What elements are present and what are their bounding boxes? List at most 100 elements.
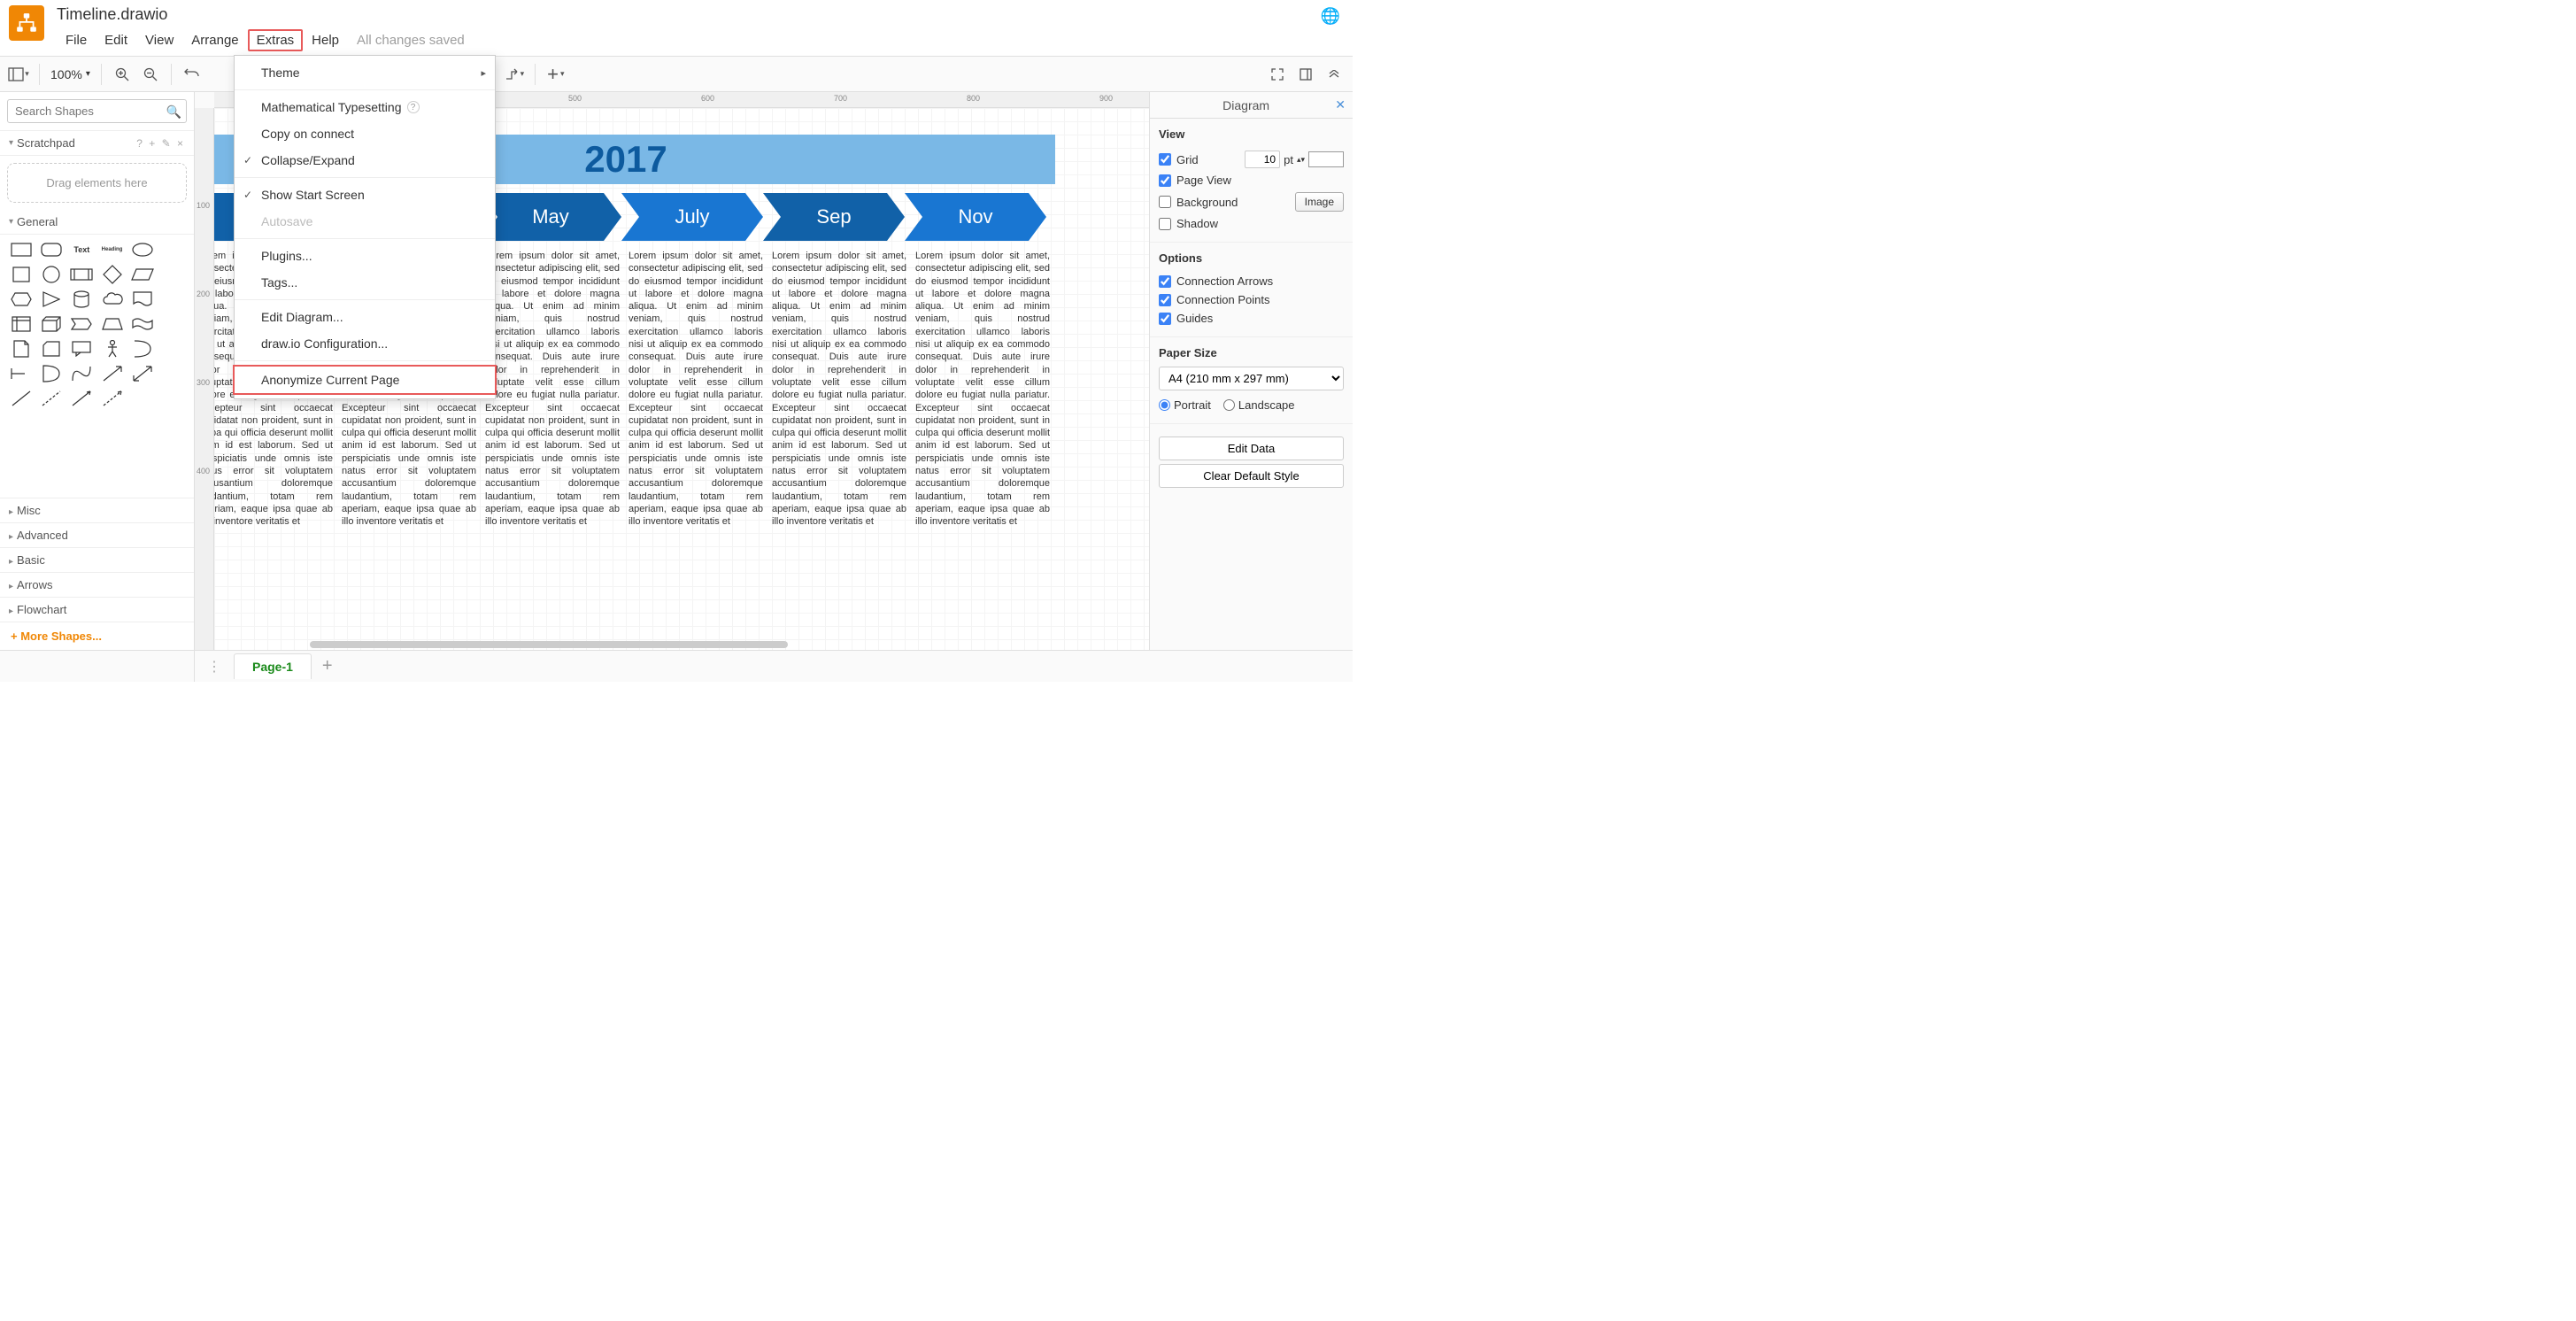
shape-internal[interactable] xyxy=(9,314,34,334)
background-checkbox[interactable] xyxy=(1159,196,1171,208)
category-arrows[interactable]: Arrows xyxy=(0,572,194,597)
shape-data[interactable] xyxy=(39,364,64,383)
shape-trapezoid[interactable] xyxy=(100,314,125,334)
guides-checkbox[interactable] xyxy=(1159,313,1171,325)
category-flowchart[interactable]: Flowchart xyxy=(0,597,194,622)
shape-square[interactable] xyxy=(9,265,34,284)
scratchpad-dropzone[interactable]: Drag elements here xyxy=(7,163,187,203)
shape-text[interactable]: Text xyxy=(69,240,94,259)
shape-arrow1[interactable] xyxy=(100,364,125,383)
shape-heading[interactable]: Heading xyxy=(100,240,125,259)
shape-process[interactable] xyxy=(69,265,94,284)
portrait-radio[interactable] xyxy=(1159,399,1170,411)
chevron-jul[interactable]: July xyxy=(621,193,763,241)
waypoint-button[interactable]: ▾ xyxy=(501,61,528,88)
dd-tags[interactable]: Tags... xyxy=(235,269,495,296)
tab-diagram[interactable]: Diagram xyxy=(1157,98,1335,112)
lorem-col-5[interactable]: Lorem ipsum dolor sit amet, consectetur … xyxy=(770,250,908,529)
shape-circle[interactable] xyxy=(39,265,64,284)
clear-style-button[interactable]: Clear Default Style xyxy=(1159,464,1344,488)
dd-anonymize[interactable]: Anonymize Current Page xyxy=(233,365,497,395)
document-title[interactable]: Timeline.drawio xyxy=(57,5,1344,24)
add-page-button[interactable]: + xyxy=(312,656,343,676)
panel-close-icon[interactable]: ✕ xyxy=(1335,97,1346,112)
dd-copy-connect[interactable]: Copy on connect xyxy=(235,120,495,147)
lorem-col-4[interactable]: Lorem ipsum dolor sit amet, consectetur … xyxy=(627,250,765,529)
dd-configuration[interactable]: draw.io Configuration... xyxy=(235,330,495,357)
scratchpad-actions[interactable]: ? + ✎ × xyxy=(136,137,185,150)
shape-and[interactable] xyxy=(9,364,34,383)
shape-line[interactable] xyxy=(9,389,34,408)
collapse-button[interactable] xyxy=(1321,61,1347,88)
shape-or[interactable] xyxy=(130,339,155,359)
menu-view[interactable]: View xyxy=(136,29,182,51)
shape-parallelogram[interactable] xyxy=(130,265,155,284)
shape-diamond[interactable] xyxy=(100,265,125,284)
shape-tape[interactable] xyxy=(130,314,155,334)
undo-button[interactable] xyxy=(179,61,205,88)
menu-help[interactable]: Help xyxy=(303,29,348,51)
dd-collapse[interactable]: ✓Collapse/Expand xyxy=(235,147,495,174)
shape-blank2[interactable] xyxy=(160,265,185,284)
shadow-checkbox[interactable] xyxy=(1159,218,1171,230)
pageview-checkbox[interactable] xyxy=(1159,174,1171,187)
lorem-col-3[interactable]: Lorem ipsum dolor sit amet, consectetur … xyxy=(483,250,621,529)
lorem-col-6[interactable]: Lorem ipsum dolor sit amet, consectetur … xyxy=(914,250,1052,529)
conn-arrows-checkbox[interactable] xyxy=(1159,275,1171,288)
menu-arrange[interactable]: Arrange xyxy=(182,29,247,51)
search-icon[interactable]: 🔍 xyxy=(166,104,181,120)
shape-dashed[interactable] xyxy=(39,389,64,408)
grid-size-input[interactable] xyxy=(1245,151,1280,168)
shape-card[interactable] xyxy=(39,339,64,359)
shape-note[interactable] xyxy=(9,339,34,359)
zoom-value[interactable]: 100% ▾ xyxy=(47,67,94,81)
dd-math[interactable]: Mathematical Typesetting? xyxy=(235,94,495,120)
paper-size-select[interactable]: A4 (210 mm x 297 mm) xyxy=(1159,367,1344,390)
shape-line3[interactable] xyxy=(100,389,125,408)
shape-arrow2[interactable] xyxy=(130,364,155,383)
shape-blank5[interactable] xyxy=(160,339,185,359)
grid-checkbox[interactable] xyxy=(1159,153,1171,166)
help-icon[interactable]: ? xyxy=(407,101,420,113)
shape-triangle[interactable] xyxy=(39,290,64,309)
menu-edit[interactable]: Edit xyxy=(96,29,136,51)
grid-color-swatch[interactable] xyxy=(1308,151,1344,167)
shape-blank4[interactable] xyxy=(160,314,185,334)
conn-points-checkbox[interactable] xyxy=(1159,294,1171,306)
shape-blank3[interactable] xyxy=(160,290,185,309)
menu-file[interactable]: File xyxy=(57,29,96,51)
fullscreen-button[interactable] xyxy=(1264,61,1291,88)
search-input[interactable] xyxy=(7,99,187,123)
shape-line2[interactable] xyxy=(69,389,94,408)
dd-plugins[interactable]: Plugins... xyxy=(235,243,495,269)
sidebar-toggle-button[interactable]: ▾ xyxy=(5,61,32,88)
chevron-nov[interactable]: Nov xyxy=(905,193,1046,241)
dd-start-screen[interactable]: ✓Show Start Screen xyxy=(235,182,495,208)
scroll-thumb[interactable] xyxy=(310,641,788,648)
dd-theme[interactable]: Theme xyxy=(235,59,495,86)
shape-hexagon[interactable] xyxy=(9,290,34,309)
category-misc[interactable]: Misc xyxy=(0,498,194,522)
shape-document[interactable] xyxy=(130,290,155,309)
chevron-may[interactable]: May xyxy=(480,193,621,241)
general-header[interactable]: ▾General xyxy=(0,210,194,235)
image-button[interactable]: Image xyxy=(1295,192,1344,212)
chevron-sep[interactable]: Sep xyxy=(763,193,905,241)
page-menu-icon[interactable]: ⋮ xyxy=(195,658,234,676)
shape-roundrect[interactable] xyxy=(39,240,64,259)
landscape-radio[interactable] xyxy=(1223,399,1235,411)
scratchpad-header[interactable]: ▾Scratchpad? + ✎ × xyxy=(0,131,194,156)
shape-callout[interactable] xyxy=(69,339,94,359)
shape-step[interactable] xyxy=(69,314,94,334)
add-button[interactable]: +▾ xyxy=(543,61,569,88)
more-shapes-button[interactable]: + More Shapes... xyxy=(0,622,194,650)
format-toggle-button[interactable] xyxy=(1292,61,1319,88)
category-advanced[interactable]: Advanced xyxy=(0,522,194,547)
shape-blank6[interactable] xyxy=(160,364,185,383)
zoom-out-button[interactable] xyxy=(137,61,164,88)
category-basic[interactable]: Basic xyxy=(0,547,194,572)
shape-cylinder[interactable] xyxy=(69,290,94,309)
zoom-in-button[interactable] xyxy=(109,61,135,88)
globe-icon[interactable]: 🌐 xyxy=(1321,7,1340,26)
shape-blank[interactable] xyxy=(160,240,185,259)
